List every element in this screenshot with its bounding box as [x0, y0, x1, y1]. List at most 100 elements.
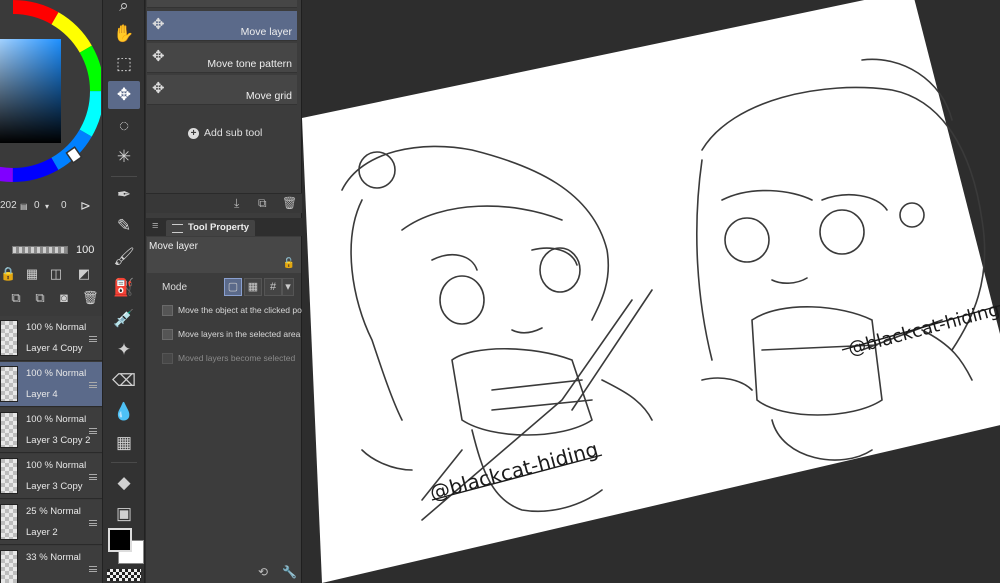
menu-icon[interactable]: ≡: [152, 220, 158, 232]
layer-thumbnail: [0, 504, 18, 540]
lock-icon[interactable]: 🔓: [283, 258, 295, 269]
mode-label: Mode: [162, 282, 188, 293]
move-icon: ✥: [152, 80, 165, 97]
layer-list: 100 % Normal Layer 4 Copy 100 % Normal Laye…: [0, 316, 102, 583]
subtool-label: Move layer: [240, 26, 292, 38]
add-subtool-label: Add sub tool: [204, 127, 263, 139]
mode-row: Mode ▢ ▦ # ▾: [146, 277, 302, 299]
layer-name: Layer 3 Copy: [26, 481, 83, 492]
transparent-color-swatch[interactable]: [107, 569, 141, 581]
chevron-down-icon[interactable]: ▾: [282, 278, 294, 296]
subtool-footer: ⤓ ⧉ 🗑: [146, 193, 302, 213]
subtool-label: Move grid: [245, 90, 292, 102]
mask-icon[interactable]: ◩: [76, 266, 92, 282]
new-raster-layer-icon[interactable]: ⧉: [8, 290, 24, 306]
layer-blend-mode: 33 % Normal: [26, 552, 81, 563]
layer-toolbar: 100 🔒 ▦ ◫ ◩ ⧉ ⧉ ◙ 🗑: [0, 234, 102, 312]
brush-tool-icon[interactable]: 🖌: [108, 243, 140, 271]
gradient-tool-icon[interactable]: ▣: [108, 500, 140, 528]
checkbox[interactable]: [162, 305, 173, 316]
subtool-item[interactable]: ✥ Move tone pattern: [147, 43, 297, 73]
canvas-area[interactable]: @blackcat-hiding @blackcat-hiding: [302, 0, 1000, 583]
option-checkbox-row[interactable]: Move layers in the selected area: [162, 327, 302, 343]
layer-mask-icon[interactable]: ◙: [56, 290, 72, 306]
drag-handle-icon[interactable]: [89, 382, 97, 388]
wrench-icon[interactable]: 🔧: [282, 565, 297, 579]
checkbox[interactable]: [162, 329, 173, 340]
drawing-canvas[interactable]: @blackcat-hiding @blackcat-hiding: [302, 0, 1000, 583]
mode-grid-icon[interactable]: #: [264, 278, 282, 296]
app-window: 202 ▤ 0 ▾ 0 ⊳ 100 🔒 ▦ ◫ ◩ ⧉ ⧉ ◙ 🗑 100 % …: [0, 0, 1000, 583]
foreground-color-swatch[interactable]: [108, 528, 132, 552]
plus-icon: +: [188, 128, 199, 139]
layer-thumbnail: [0, 550, 18, 583]
fill-tool-icon[interactable]: ◆: [108, 469, 140, 497]
layer-row[interactable]: 100 % Normal Layer 4: [0, 362, 102, 407]
trash-icon[interactable]: 🗑: [282, 196, 297, 210]
reference-icon[interactable]: ▦: [24, 266, 40, 282]
option-label: Move the object at the clicked position: [178, 305, 302, 315]
subtool-item[interactable]: ✥ Move grid: [147, 75, 297, 105]
pen-tool-icon[interactable]: ✒: [108, 181, 140, 209]
opacity-value[interactable]: 100: [76, 244, 94, 256]
option-checkbox-row[interactable]: Move the object at the clicked position: [162, 303, 302, 319]
lasso-tool-icon[interactable]: ◌: [108, 112, 140, 140]
color-readout-value-3: 0: [61, 200, 67, 211]
blend-tool-icon[interactable]: 💧: [108, 398, 140, 426]
drag-handle-icon[interactable]: [89, 428, 97, 434]
lock-icon[interactable]: 🔒: [0, 266, 16, 282]
tool-bar: ⌕ ✋ ⬚ ✥ ◌ ✳ ✒ ✎ 🖌 ⛽ 💉 ✦ ⌫ 💧 ▦ ◆ ▣: [103, 0, 145, 583]
subtool-item-partial[interactable]: ✥: [147, 0, 297, 8]
play-icon[interactable]: ⊳: [80, 198, 91, 214]
layer-thumbnail: [0, 320, 18, 356]
tool-separator: [111, 176, 137, 177]
option-label: Moved layers become selected: [178, 353, 296, 363]
duplicate-icon[interactable]: ⧉: [258, 196, 267, 211]
move-tool-icon[interactable]: ✥: [108, 81, 140, 109]
magic-wand-icon[interactable]: ✳: [108, 143, 140, 171]
clip-icon[interactable]: ◫: [48, 266, 64, 282]
trash-icon[interactable]: 🗑: [82, 290, 99, 306]
mode-icon: ▾: [45, 202, 50, 211]
subtool-item[interactable]: ✥ Move layer: [147, 11, 297, 41]
layer-row[interactable]: 100 % Normal Layer 4 Copy: [0, 316, 102, 361]
add-subtool-button[interactable]: + Add sub tool: [188, 127, 262, 139]
subtool-panel: ✥Move layer✥Move tone pattern✥Move grid✥…: [146, 0, 302, 583]
drag-handle-icon[interactable]: [89, 520, 97, 526]
drag-handle-icon[interactable]: [89, 336, 97, 342]
reset-icon[interactable]: ⟲: [258, 565, 268, 579]
layer-thumbnail: [0, 366, 18, 402]
layer-blend-mode: 25 % Normal: [26, 506, 81, 517]
drag-handle-icon[interactable]: [89, 566, 97, 572]
color-readout-value-1: 202: [0, 200, 17, 211]
eraser-tool-icon[interactable]: ⌫: [108, 367, 140, 395]
zoom-tool-icon[interactable]: ⌕: [108, 0, 140, 20]
drag-handle-icon[interactable]: [89, 474, 97, 480]
mode-tone-icon[interactable]: ▦: [244, 278, 262, 296]
import-icon[interactable]: ⤓: [234, 196, 239, 211]
layer-row[interactable]: 25 % Normal Layer 2: [0, 500, 102, 545]
color-readout-value-2: 0: [34, 200, 40, 211]
layer-row[interactable]: 100 % Normal Layer 3 Copy 2: [0, 408, 102, 453]
layer-row[interactable]: 33 % Normal: [0, 546, 102, 583]
move-icon: ✥: [152, 48, 165, 65]
layer-name: Layer 4: [26, 389, 58, 400]
tool-property-header: ≡ Tool Property: [146, 218, 302, 236]
subtool-label: Move tone pattern: [207, 58, 292, 70]
mode-layer-icon[interactable]: ▢: [224, 278, 242, 296]
eyedropper-icon[interactable]: 💉: [108, 305, 140, 333]
opacity-slider[interactable]: [12, 246, 68, 254]
move-icon: ✥: [152, 16, 165, 33]
color-wheel[interactable]: [0, 0, 101, 187]
layer-row[interactable]: 100 % Normal Layer 3 Copy: [0, 454, 102, 499]
pencil-tool-icon[interactable]: ✎: [108, 212, 140, 240]
hand-tool-icon[interactable]: ✋: [108, 20, 140, 48]
layer-blend-mode: 100 % Normal: [26, 460, 87, 471]
tab-tool-property[interactable]: Tool Property: [166, 220, 256, 236]
decoration-tool-icon[interactable]: ✦: [108, 336, 140, 364]
new-vector-layer-icon[interactable]: ⧉: [32, 290, 48, 306]
opacity-row: 100: [0, 240, 102, 260]
ruler-tool-icon[interactable]: ▦: [108, 429, 140, 457]
airbrush-tool-icon[interactable]: ⛽: [108, 274, 140, 302]
operation-tool-icon[interactable]: ⬚: [108, 50, 140, 78]
